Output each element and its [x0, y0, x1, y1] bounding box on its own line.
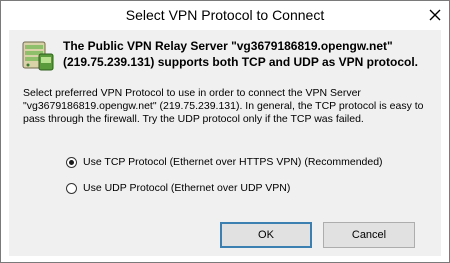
dialog-headline: The Public VPN Relay Server "vg367918681…: [63, 39, 418, 69]
dialog-description: Select preferred VPN Protocol to use in …: [23, 87, 424, 125]
close-icon: [429, 9, 441, 21]
dialog-content: The Public VPN Relay Server "vg367918681…: [9, 30, 441, 256]
tcp-radio[interactable]: [66, 156, 77, 168]
vpn-server-icon: [22, 41, 54, 71]
close-button[interactable]: [427, 7, 443, 23]
udp-radio[interactable]: [66, 182, 77, 194]
cancel-button[interactable]: Cancel: [323, 222, 415, 248]
dialog-window: Select VPN Protocol to Connect The Publi…: [0, 0, 450, 263]
udp-protocol-option[interactable]: Use UDP Protocol (Ethernet over UDP VPN): [66, 182, 290, 194]
udp-option-label: Use UDP Protocol (Ethernet over UDP VPN): [83, 182, 291, 194]
title-bar[interactable]: Select VPN Protocol to Connect: [1, 1, 449, 30]
tcp-option-label: Use TCP Protocol (Ethernet over HTTPS VP…: [83, 156, 383, 168]
tcp-protocol-option[interactable]: Use TCP Protocol (Ethernet over HTTPS VP…: [66, 156, 383, 168]
window-title: Select VPN Protocol to Connect: [125, 7, 325, 23]
ok-button[interactable]: OK: [220, 222, 312, 248]
